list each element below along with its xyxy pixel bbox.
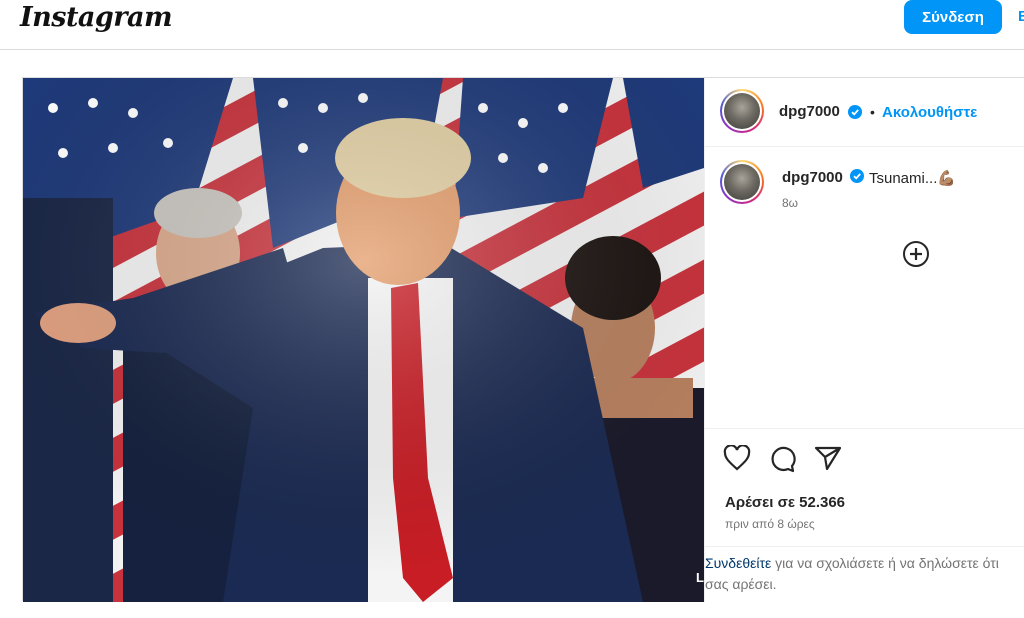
caption-username[interactable]: dpg7000 [782, 169, 843, 186]
login-to-comment-prompt: Συνδεθείτε για να σχολιάσετε ή να δηλώσε… [705, 546, 1024, 602]
instagram-logo[interactable]: Instagram [20, 2, 173, 33]
likes-count[interactable]: Αρέσει σε 52.366 [725, 494, 845, 511]
post-container: L dpg7000 • Ακολουθήστε dpg7000 Tsunami.… [22, 77, 1024, 602]
verified-badge-icon [850, 169, 864, 183]
follow-button[interactable]: Ακολουθήστε [882, 104, 977, 121]
post-photo[interactable]: L [23, 78, 704, 602]
post-author-header: dpg7000 • Ακολουθήστε [705, 78, 1024, 147]
signup-link[interactable]: E [1018, 8, 1024, 25]
author-avatar[interactable] [720, 89, 764, 133]
caption-avatar[interactable] [720, 160, 764, 204]
verified-badge-icon [848, 105, 862, 119]
comment-icon[interactable] [768, 445, 796, 473]
author-username[interactable]: dpg7000 [779, 103, 840, 120]
caption-time: 8ω [782, 196, 799, 210]
top-navigation-bar: Instagram Σύνδεση E [0, 0, 1024, 50]
post-side-panel: dpg7000 • Ακολουθήστε dpg7000 Tsunami...… [704, 78, 1024, 602]
login-link[interactable]: Συνδεθείτε [705, 555, 771, 571]
separator-dot: • [870, 104, 875, 120]
caption-text: Tsunami...💪🏽 [869, 170, 957, 187]
add-comment-icon[interactable] [902, 240, 930, 268]
login-button[interactable]: Σύνδεση [904, 0, 1002, 34]
heart-icon[interactable] [723, 445, 751, 471]
photo-overlay-text: L [696, 570, 704, 585]
post-timestamp[interactable]: πριν από 8 ώρες [725, 517, 815, 531]
photo-illustration [23, 78, 704, 602]
share-icon[interactable] [814, 445, 842, 471]
